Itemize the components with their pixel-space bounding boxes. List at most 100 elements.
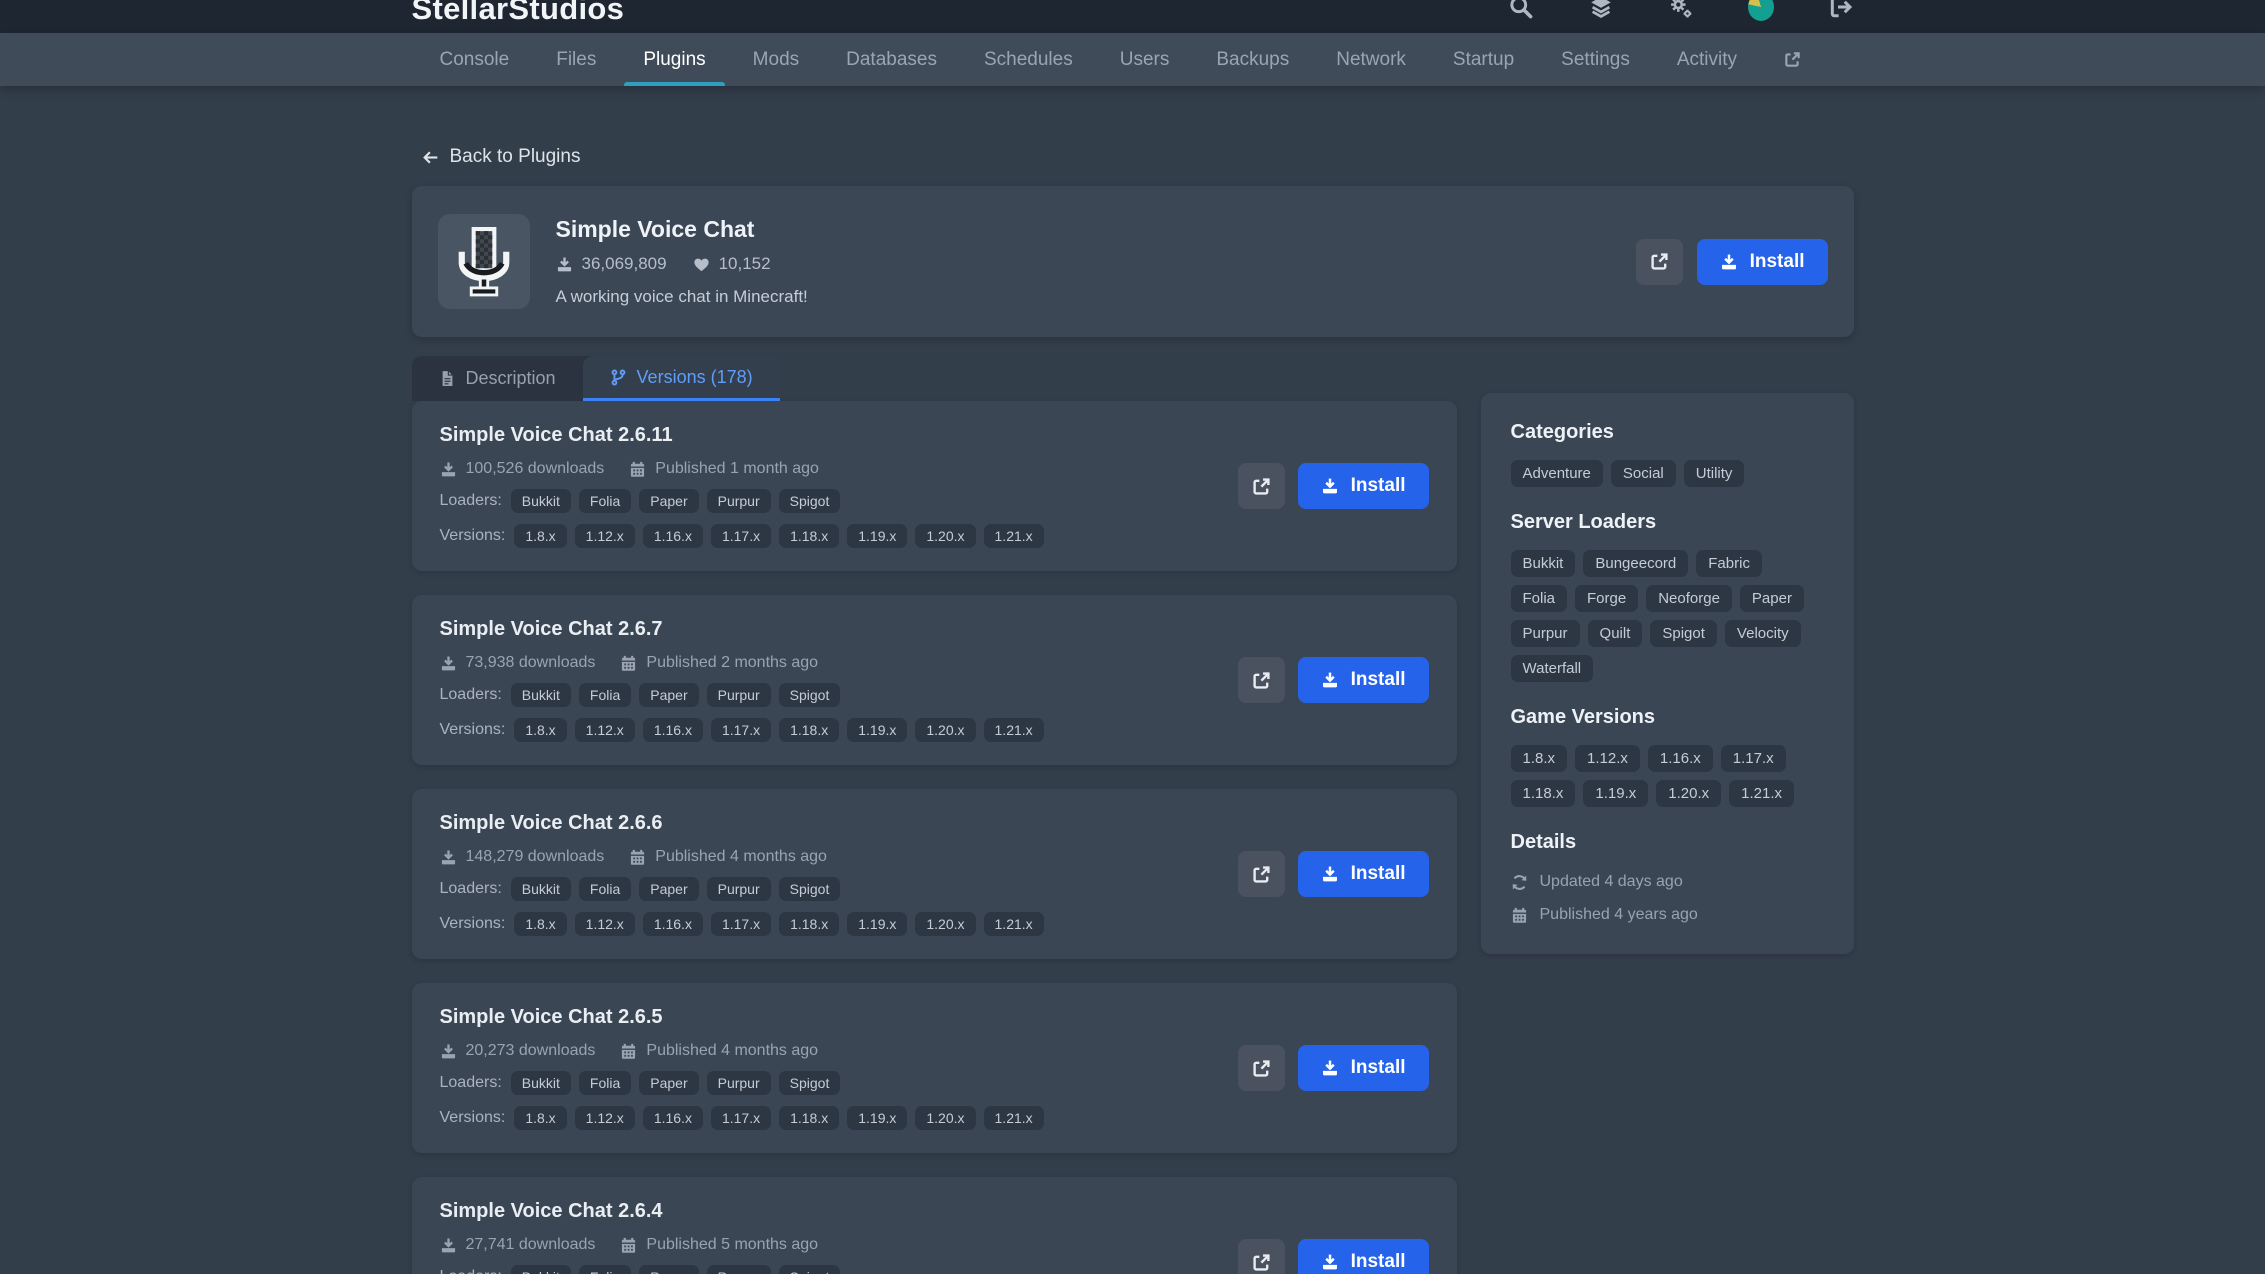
detail-updated: Updated 4 days ago [1511, 873, 1824, 891]
chip: 1.16.x [1648, 745, 1713, 772]
server-loaders-title: Server Loaders [1511, 511, 1824, 534]
chip: 1.18.x [779, 1106, 839, 1130]
install-version-button[interactable]: Install [1298, 657, 1429, 703]
chip: Folia [579, 877, 631, 901]
chip: Adventure [1511, 460, 1603, 487]
logout-icon [1829, 0, 1853, 19]
nav-tab-databases[interactable]: Databases [846, 33, 937, 86]
version-card: Simple Voice Chat 2.6.7 73,938 downloads… [412, 595, 1457, 765]
external-link-icon [1252, 1059, 1271, 1078]
install-version-button[interactable]: Install [1298, 1045, 1429, 1091]
app-logo[interactable]: StellarStudios [412, 0, 625, 27]
topbar-icons [1508, 0, 1854, 20]
download-icon [440, 655, 457, 672]
game-version-chips: 1.8.x1.12.x1.16.x1.17.x1.18.x1.19.x1.20.… [514, 1106, 1043, 1130]
nav-tab-schedules[interactable]: Schedules [984, 33, 1073, 86]
search-button[interactable] [1508, 0, 1534, 20]
download-icon [1321, 671, 1339, 689]
nav-tab-settings[interactable]: Settings [1561, 33, 1630, 86]
external-link-icon [1252, 865, 1271, 884]
category-chips: AdventureSocialUtility [1511, 460, 1824, 487]
nav-tab-plugins[interactable]: Plugins [643, 33, 705, 86]
open-external-button[interactable] [1238, 463, 1285, 509]
chip: Forge [1575, 585, 1638, 612]
layers-button[interactable] [1588, 0, 1614, 20]
nav-external-link-button[interactable] [1784, 33, 1801, 86]
calendar-icon [629, 461, 646, 478]
loaders-label: Loaders: [440, 492, 502, 510]
nav-tab-backups[interactable]: Backups [1216, 33, 1289, 86]
open-external-button[interactable] [1238, 657, 1285, 703]
plugin-title: Simple Voice Chat [556, 216, 808, 243]
chip: 1.17.x [711, 718, 771, 742]
chip: Bukkit [1511, 550, 1576, 577]
version-title: Simple Voice Chat 2.6.11 [440, 424, 1044, 447]
game-version-chips: 1.8.x1.12.x1.16.x1.17.x1.18.x1.19.x1.20.… [514, 718, 1043, 742]
open-external-button[interactable] [1238, 1239, 1285, 1274]
chip: Spigot [779, 877, 841, 901]
chip: Spigot [779, 1071, 841, 1095]
versions-label: Versions: [440, 1109, 506, 1127]
open-external-button[interactable] [1238, 1045, 1285, 1091]
download-icon [1321, 477, 1339, 495]
chip: Waterfall [1511, 655, 1594, 682]
version-card: Simple Voice Chat 2.6.6 148,279 download… [412, 789, 1457, 959]
chip: 1.12.x [575, 912, 635, 936]
plugin-info: Simple Voice Chat 36,069,809 10,152 A wo… [556, 216, 808, 307]
plugin-description: A working voice chat in Minecraft! [556, 287, 808, 307]
chip: 1.21.x [1729, 780, 1794, 807]
nav-tab-network[interactable]: Network [1336, 33, 1406, 86]
open-external-button[interactable] [1238, 851, 1285, 897]
chip: 1.19.x [1583, 780, 1648, 807]
details-title: Details [1511, 831, 1824, 854]
navbar: Console Files Plugins Mods Databases Sch… [0, 33, 2265, 86]
download-icon [440, 1237, 457, 1254]
version-card: Simple Voice Chat 2.6.5 20,273 downloads… [412, 983, 1457, 1153]
chip: Folia [1511, 585, 1568, 612]
chip: 1.16.x [643, 912, 703, 936]
plugin-download-count: 36,069,809 [556, 254, 667, 274]
chip: Bukkit [511, 1265, 571, 1274]
chip: 1.18.x [779, 718, 839, 742]
chip: 1.18.x [779, 524, 839, 548]
tab-description[interactable]: Description [412, 356, 583, 401]
install-version-button[interactable]: Install [1298, 1239, 1429, 1274]
chip: Bukkit [511, 683, 571, 707]
open-external-button[interactable] [1636, 239, 1683, 285]
plugin-header-card: Simple Voice Chat 36,069,809 10,152 A wo… [412, 186, 1854, 337]
settings-button[interactable] [1668, 0, 1694, 20]
nav-tab-files[interactable]: Files [556, 33, 596, 86]
loader-chips: BukkitFoliaPaperPurpurSpigot [511, 877, 841, 901]
nav-tab-activity[interactable]: Activity [1677, 33, 1737, 86]
install-version-button[interactable]: Install [1298, 851, 1429, 897]
user-avatar-button[interactable] [1748, 0, 1774, 20]
plugin-sidebar: Categories AdventureSocialUtility Server… [1481, 393, 1854, 954]
nav-tab-mods[interactable]: Mods [753, 33, 799, 86]
loader-chips: BukkitFoliaPaperPurpurSpigot [511, 489, 841, 513]
topbar: StellarStudios [0, 0, 2265, 33]
logout-button[interactable] [1828, 0, 1854, 20]
chip: 1.21.x [984, 912, 1044, 936]
game-version-chips: 1.8.x1.12.x1.16.x1.17.x1.18.x1.19.x1.20.… [514, 912, 1043, 936]
nav-tab-users[interactable]: Users [1120, 33, 1170, 86]
plugin-icon [438, 214, 530, 309]
tab-versions[interactable]: Versions (178) [583, 356, 780, 401]
external-link-icon [1252, 477, 1271, 496]
chip: Paper [1740, 585, 1804, 612]
git-branch-icon [610, 369, 627, 386]
chip: 1.12.x [575, 524, 635, 548]
chip: Purpur [707, 1071, 771, 1095]
version-downloads: 148,279 downloads [440, 848, 605, 866]
chip: 1.20.x [1656, 780, 1721, 807]
nav-tab-startup[interactable]: Startup [1453, 33, 1514, 86]
plugin-like-count: 10,152 [693, 254, 771, 274]
chip: Paper [639, 877, 698, 901]
chip: 1.16.x [643, 718, 703, 742]
chip: Paper [639, 683, 698, 707]
back-link[interactable]: Back to Plugins [422, 146, 581, 168]
chip: Purpur [707, 1265, 771, 1274]
nav-tab-console[interactable]: Console [440, 33, 510, 86]
chip: 1.21.x [984, 524, 1044, 548]
install-button[interactable]: Install [1697, 239, 1828, 285]
install-version-button[interactable]: Install [1298, 463, 1429, 509]
